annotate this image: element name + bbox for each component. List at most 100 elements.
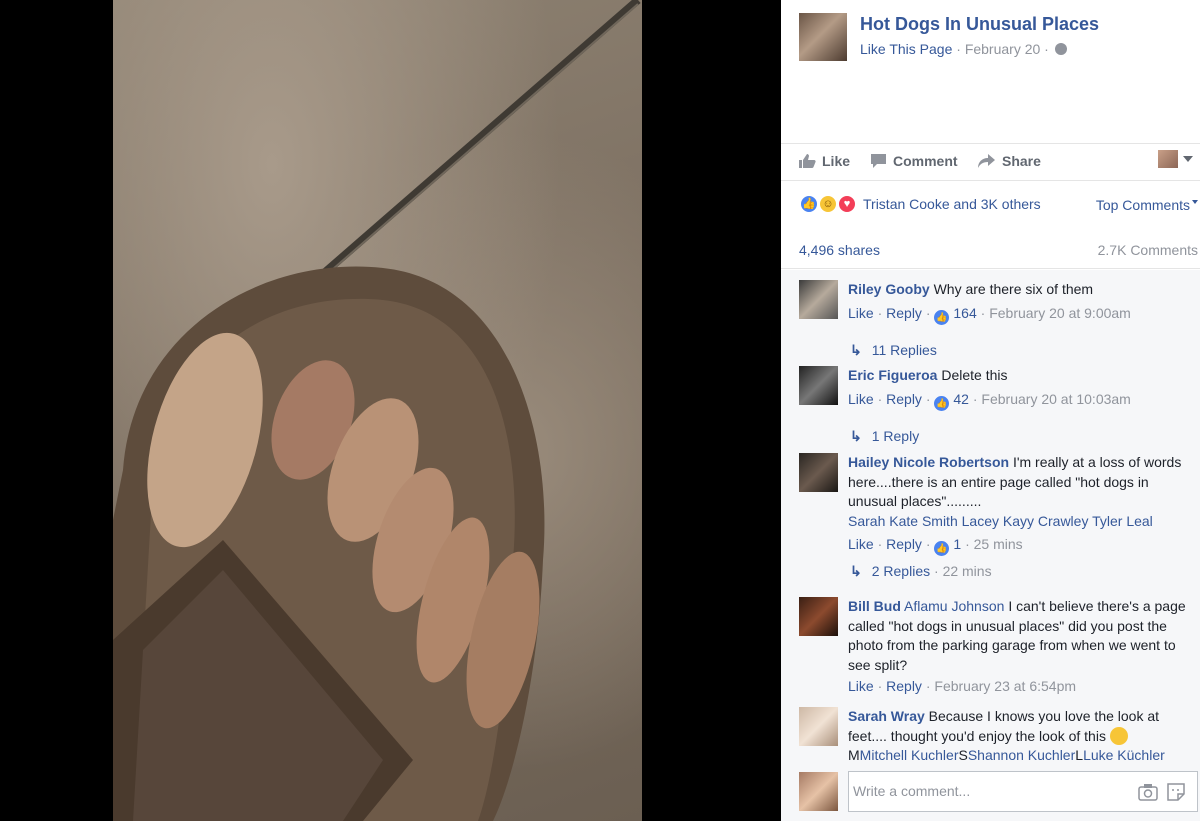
like-label: Like [822,153,851,169]
share-label: Share [1002,153,1041,169]
replies-count: 11 Replies [871,342,937,358]
sticker-icon[interactable] [1167,783,1185,801]
current-user-avatar [799,772,838,811]
replies-count: 2 Replies [871,563,931,579]
mention-link[interactable]: Mitchell Kuchler [860,747,959,763]
post-date[interactable]: February 20 [965,41,1040,57]
comment-author[interactable]: Riley Gooby [848,281,930,297]
post-header: Hot Dogs In Unusual Places Like This Pag… [799,13,1199,63]
comment-like-link[interactable]: Like [848,536,874,552]
comment-like-count[interactable]: 164 [953,305,976,321]
mention-link[interactable]: Lacey Kayy Crawley [962,513,1089,529]
top-comments-label: Top Comments [1095,197,1190,213]
comment-author[interactable]: Sarah Wray [848,708,925,724]
caret-down-icon [1192,200,1198,204]
comment-meta: Like · Reply · 👍 1 · 25 mins [848,535,1188,556]
page-avatar[interactable] [799,13,847,61]
share-button[interactable]: Share [977,153,1041,169]
comment-author[interactable]: Bill Bud [848,598,901,614]
mention-link[interactable]: Luke Küchler [1083,747,1165,763]
comment-mentions: Sarah Kate Smith Lacey Kayy Crawley Tyle… [848,512,1188,532]
thumbs-up-icon [799,154,816,168]
view-replies-link[interactable]: ↳ 1 Reply [850,428,919,445]
comment-body: Eric Figueroa Delete this Like · Reply ·… [848,366,1188,411]
comment-composer [781,770,1200,821]
view-replies-link[interactable]: ↳ 2 Replies · 22 mins [850,563,992,580]
comment-body: Bill Bud Aflamu Johnson I can't believe … [848,597,1188,696]
tag-initial: M [848,747,860,763]
haha-reaction-icon: ☺ [818,194,838,214]
comment-label: Comment [893,153,958,169]
comment-time[interactable]: 25 mins [974,536,1023,552]
separator: · [952,41,965,57]
commenter-avatar[interactable] [799,707,838,746]
commenter-avatar[interactable] [799,453,838,492]
reply-arrow-icon: ↳ [850,342,862,358]
comments-count[interactable]: 2.7K Comments [1098,242,1198,258]
photo-illustration [113,0,641,821]
shares-count-link[interactable]: 4,496 shares [799,242,880,258]
comment-author[interactable]: Hailey Nicole Robertson [848,454,1009,470]
post-subtitle: Like This Page · February 20 · [860,41,1067,57]
mention-link[interactable]: Shannon Kuchler [968,747,1075,763]
comment-time[interactable]: February 20 at 10:03am [981,391,1130,407]
comment-like-link[interactable]: Like [848,678,874,694]
post-stats: 4,496 shares 2.7K Comments [781,232,1200,269]
comment-like-link[interactable]: Like [848,305,874,321]
tag-initial: L [1075,747,1084,763]
like-count-icon: 👍 [934,309,950,325]
comment-tags: MMitchell KuchlerSShannon KuchlerLLuke K… [848,746,1188,766]
viewer-avatar[interactable] [1158,150,1178,168]
reply-arrow-icon: ↳ [850,563,862,579]
commenter-avatar[interactable] [799,366,838,405]
post-action-bar: Like Comment Share [781,143,1200,181]
comment-like-count[interactable]: 42 [953,391,969,407]
mention-link[interactable]: Tyler Leal [1092,513,1153,529]
comment-reply-link[interactable]: Reply [886,678,922,694]
camera-icon[interactable] [1138,783,1158,801]
comment-input[interactable] [853,783,1123,799]
comment-text: Delete this [941,367,1008,383]
comment-button[interactable]: Comment [870,153,958,169]
comment-meta: Like · Reply · 👍 164 · February 20 at 9:0… [848,304,1188,325]
reply-arrow-icon: ↳ [850,428,862,444]
view-replies-link[interactable]: ↳ 11 Replies [850,342,937,359]
commenter-avatar[interactable] [799,280,838,319]
comment-reply-link[interactable]: Reply [886,305,922,321]
comment-icon [871,154,886,168]
comment-reply-link[interactable]: Reply [886,391,922,407]
comment-like-count[interactable]: 1 [953,536,961,552]
love-reaction-icon: ♥ [837,194,857,214]
mention-link[interactable]: Aflamu Johnson [904,598,1004,614]
comment-body: Sarah Wray Because I knows you love the … [848,707,1188,766]
comment-time[interactable]: February 20 at 9:00am [989,305,1131,321]
comment-input-box[interactable] [848,771,1198,812]
page-name-link[interactable]: Hot Dogs In Unusual Places [860,14,1099,35]
post-photo[interactable] [113,0,642,821]
globe-icon [1054,43,1067,55]
comment-meta: Like · Reply · 👍 42 · February 20 at 10:0… [848,390,1188,411]
comment-like-link[interactable]: Like [848,391,874,407]
commenter-avatar[interactable] [799,597,838,636]
reaction-names-link[interactable]: Tristan Cooke and 3K others [863,196,1041,212]
comment-meta: Like · Reply · February 23 at 6:54pm [848,678,1077,694]
comments-list: Riley Gooby Why are there six of them Li… [781,270,1200,770]
photo-viewer [0,0,781,821]
comment-reply-link[interactable]: Reply [886,536,922,552]
like-button[interactable]: Like [798,153,850,169]
comment-author[interactable]: Eric Figueroa [848,367,937,383]
comment-body: Riley Gooby Why are there six of them Li… [848,280,1188,325]
comment-time[interactable]: February 23 at 6:54pm [934,678,1076,694]
like-page-link[interactable]: Like This Page [860,41,952,57]
replies-time: 22 mins [942,563,992,579]
comment-body: Hailey Nicole Robertson I'm really at a … [848,453,1188,556]
reactions-summary: 👍 ☺ ♥ Tristan Cooke and 3K others Top Co… [799,194,1199,216]
chevron-down-icon[interactable] [1183,156,1193,162]
tag-initial: S [958,747,968,763]
mention-link[interactable]: Sarah Kate Smith [848,513,958,529]
like-count-icon: 👍 [934,395,950,411]
top-comments-dropdown[interactable]: Top Comments [1096,197,1198,213]
separator: · [1040,41,1053,57]
comment-text: Why are there six of them [933,281,1094,297]
replies-count: 1 Reply [871,428,920,444]
